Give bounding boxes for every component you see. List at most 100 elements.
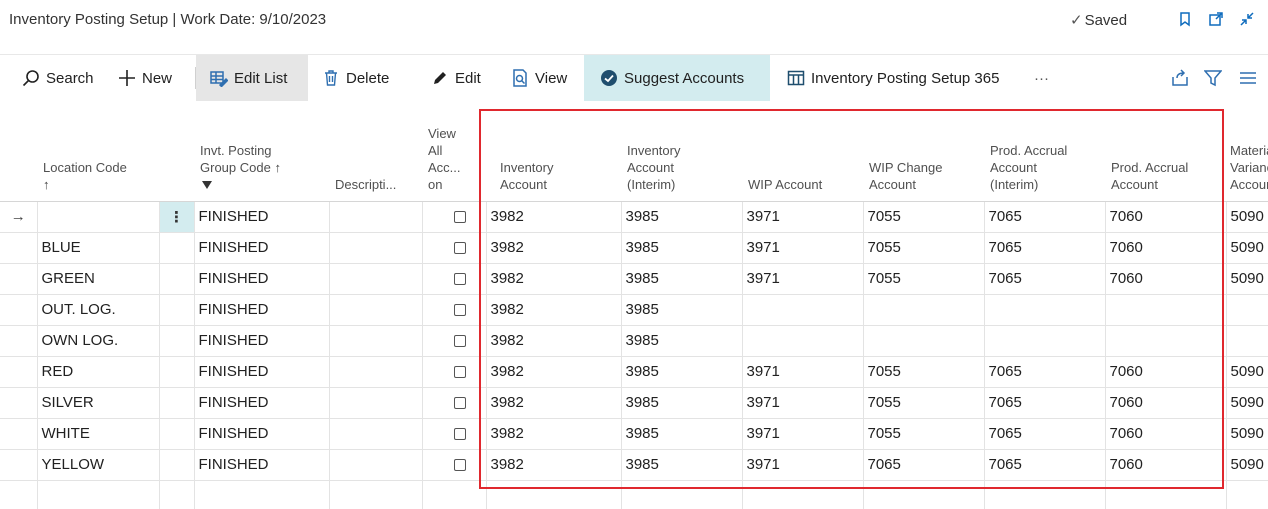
cell-inventory-account[interactable]: 3982	[486, 201, 622, 233]
cell-wip-change[interactable]	[863, 325, 985, 357]
cell-view-all-accounts[interactable]	[422, 325, 487, 357]
cell-prod-accrual-interim[interactable]	[984, 325, 1106, 357]
cell-prod-accrual-interim[interactable]: 7065	[984, 232, 1106, 264]
cell-prod-accrual-interim[interactable]: 7065	[984, 387, 1106, 419]
edit-button[interactable]: Edit	[431, 55, 481, 101]
cell-description[interactable]	[329, 356, 423, 388]
cell-prod-accrual-interim[interactable]: 7065	[984, 356, 1106, 388]
empty-row[interactable]	[0, 480, 1268, 509]
cell-prod-accrual-interim[interactable]: 7065	[984, 201, 1106, 233]
view-all-accounts-checkbox[interactable]	[453, 304, 466, 317]
cell-inventory-account[interactable]: 3982	[486, 449, 622, 481]
view-button[interactable]: View	[511, 55, 567, 101]
table-row[interactable]: SILVER FINISHED 3982 3985 3971 7055 7065 7060 50…	[0, 387, 1268, 419]
view-all-accounts-checkbox[interactable]	[453, 273, 466, 286]
table-row[interactable]: → ⋮ FINISHED 3982 3985 3971 7055 7065 7060 5090	[0, 201, 1268, 233]
empty-cell[interactable]	[422, 480, 487, 509]
cell-wip-change[interactable]: 7055	[863, 418, 985, 450]
cell-view-all-accounts[interactable]	[422, 201, 487, 233]
cell-inventory-account[interactable]: 3982	[486, 325, 622, 357]
empty-cell[interactable]	[37, 480, 160, 509]
cell-inventory-account[interactable]: 3982	[486, 387, 622, 419]
cell-inventory-interim[interactable]: 3985	[621, 263, 743, 295]
empty-cell[interactable]	[863, 480, 985, 509]
cell-wip-change[interactable]: 7065	[863, 449, 985, 481]
cell-wip-change[interactable]: 7055	[863, 263, 985, 295]
cell-inventory-interim[interactable]: 3985	[621, 356, 743, 388]
header-description[interactable]: Descripti...	[329, 100, 422, 202]
cell-description[interactable]	[329, 294, 423, 326]
cell-wip-account[interactable]	[742, 325, 864, 357]
cell-invt-posting-group-code[interactable]: FINISHED	[194, 325, 330, 357]
cell-description[interactable]	[329, 232, 423, 264]
cell-location-code[interactable]: OUT. LOG.	[37, 294, 160, 326]
cell-invt-posting-group-code[interactable]: FINISHED	[194, 263, 330, 295]
cell-location-code[interactable]: YELLOW	[37, 449, 160, 481]
row-selector[interactable]	[0, 232, 38, 264]
cell-wip-account[interactable]: 3971	[742, 387, 864, 419]
cell-invt-posting-group-code[interactable]: FINISHED	[194, 449, 330, 481]
cell-inventory-interim[interactable]: 3985	[621, 418, 743, 450]
suggest-accounts-button[interactable]: Suggest Accounts	[584, 55, 770, 101]
search-button[interactable]: Search	[22, 55, 94, 101]
table-row[interactable]: GREEN FINISHED 3982 3985 3971 7055 7065 7060 509…	[0, 263, 1268, 295]
cell-invt-posting-group-code[interactable]: FINISHED	[194, 418, 330, 450]
cell-inventory-account[interactable]: 3982	[486, 294, 622, 326]
cell-location-code[interactable]: OWN LOG.	[37, 325, 160, 357]
header-wip-change-account[interactable]: WIP Change Account	[863, 100, 984, 202]
cell-prod-accrual-interim[interactable]: 7065	[984, 449, 1106, 481]
header-material-variance-account[interactable]: MaterialVarianceAccount	[1226, 100, 1268, 202]
filter-icon[interactable]	[1203, 68, 1223, 88]
empty-cell[interactable]	[194, 480, 330, 509]
cell-invt-posting-group-code[interactable]: FINISHED	[194, 294, 330, 326]
row-selector[interactable]	[0, 387, 38, 419]
cell-wip-account[interactable]: 3971	[742, 449, 864, 481]
cell-prod-accrual[interactable]: 7060	[1105, 418, 1227, 450]
empty-cell[interactable]	[984, 480, 1106, 509]
cell-material-variance[interactable]	[1226, 325, 1268, 357]
cell-invt-posting-group-code[interactable]: FINISHED	[194, 201, 330, 233]
cell-inventory-interim[interactable]: 3985	[621, 294, 743, 326]
cell-prod-accrual[interactable]: 7060	[1105, 387, 1227, 419]
view-all-accounts-checkbox[interactable]	[453, 459, 466, 472]
cell-location-code[interactable]: RED	[37, 356, 160, 388]
header-inventory-account[interactable]: Inventory Account	[486, 100, 621, 202]
cell-location-code[interactable]: GREEN	[37, 263, 160, 295]
cell-view-all-accounts[interactable]	[422, 356, 487, 388]
empty-cell[interactable]	[329, 480, 423, 509]
cell-description[interactable]	[329, 201, 423, 233]
open-new-window-icon[interactable]	[1206, 9, 1226, 29]
cell-inventory-interim[interactable]: 3985	[621, 201, 743, 233]
view-all-accounts-checkbox[interactable]	[453, 335, 466, 348]
list-icon[interactable]	[1238, 68, 1258, 88]
cell-description[interactable]	[329, 387, 423, 419]
table-row[interactable]: WHITE FINISHED 3982 3985 3971 7055 7065 7060 509…	[0, 418, 1268, 450]
cell-inventory-account[interactable]: 3982	[486, 418, 622, 450]
empty-cell[interactable]	[0, 480, 38, 509]
cell-invt-posting-group-code[interactable]: FINISHED	[194, 356, 330, 388]
delete-button[interactable]: Delete	[322, 55, 389, 101]
header-inventory-account-interim[interactable]: Inventory Account (Interim)	[621, 100, 742, 202]
cell-view-all-accounts[interactable]	[422, 418, 487, 450]
cell-inventory-account[interactable]: 3982	[486, 263, 622, 295]
cell-inventory-interim[interactable]: 3985	[621, 387, 743, 419]
cell-wip-account[interactable]: 3971	[742, 263, 864, 295]
table-row[interactable]: YELLOW FINISHED 3982 3985 3971 7065 7065 7060 50…	[0, 449, 1268, 481]
table-row[interactable]: OWN LOG. FINISHED 3982 3985	[0, 325, 1268, 357]
cell-inventory-account[interactable]: 3982	[486, 356, 622, 388]
cell-wip-change[interactable]: 7055	[863, 387, 985, 419]
cell-wip-account[interactable]: 3971	[742, 418, 864, 450]
view-all-accounts-checkbox[interactable]	[453, 428, 466, 441]
cell-material-variance[interactable]: 5090	[1226, 449, 1268, 481]
cell-prod-accrual[interactable]: 7060	[1105, 449, 1227, 481]
row-selector[interactable]	[0, 449, 38, 481]
cell-location-code[interactable]: WHITE	[37, 418, 160, 450]
view-all-accounts-checkbox[interactable]	[453, 397, 466, 410]
bookmark-icon[interactable]	[1175, 9, 1195, 29]
cell-material-variance[interactable]: 5090	[1226, 418, 1268, 450]
cell-prod-accrual[interactable]: 7060	[1105, 356, 1227, 388]
cell-wip-change[interactable]: 7055	[863, 201, 985, 233]
cell-prod-accrual[interactable]: 7060	[1105, 201, 1227, 233]
cell-material-variance[interactable]: 5090	[1226, 263, 1268, 295]
cell-prod-accrual[interactable]: 7060	[1105, 263, 1227, 295]
